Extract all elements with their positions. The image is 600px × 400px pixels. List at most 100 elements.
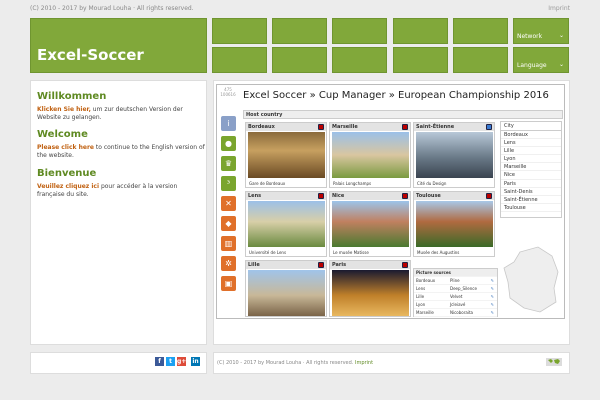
soccer-ball-icon[interactable]: ● <box>221 136 236 151</box>
city-card-nice[interactable]: Nice Le musée Matisse <box>329 191 411 257</box>
menu-tile[interactable] <box>332 47 387 73</box>
menu-tile[interactable] <box>212 18 267 44</box>
table-row: Lens Deep_Silence ✎ <box>414 285 497 293</box>
city-photo <box>332 270 409 316</box>
list-item[interactable]: Saint-Denis <box>501 188 561 196</box>
menu-tile[interactable] <box>272 47 327 73</box>
trophy-icon[interactable]: ♛ <box>221 156 236 171</box>
list-item[interactable]: Bordeaux <box>501 131 561 140</box>
chevron-down-icon: ⌄ <box>558 32 564 39</box>
breadcrumb: Excel Soccer » Cup Manager » European Ch… <box>243 90 549 101</box>
save-icon[interactable]: ▣ <box>221 276 236 291</box>
list-item[interactable]: Paris <box>501 180 561 188</box>
edit-icon[interactable]: ✎ <box>491 277 494 285</box>
city-crest-icon <box>318 193 324 199</box>
french-title: Bienvenue <box>37 168 97 179</box>
list-item[interactable]: Nice <box>501 171 561 180</box>
city-crest-icon <box>402 124 408 130</box>
list-item[interactable]: Lens <box>501 139 561 148</box>
city-card-lille[interactable]: Lille <box>245 260 327 317</box>
edit-icon[interactable]: ✎ <box>491 301 494 309</box>
city-photo <box>416 201 493 247</box>
menu-tile[interactable] <box>393 47 448 73</box>
menu-tile[interactable] <box>212 47 267 73</box>
menu-tile[interactable] <box>453 47 508 73</box>
german-link[interactable]: Klicken Sie hier, <box>37 106 91 113</box>
city-photo <box>416 132 493 178</box>
info-icon[interactable]: i <box>221 116 236 131</box>
site-title: Excel-Soccer <box>37 46 144 64</box>
edit-icon[interactable]: ✎ <box>491 309 494 317</box>
world-map-icon <box>546 358 562 366</box>
english-text: Please click here to continue to the Eng… <box>37 144 205 159</box>
sources-header: Picture sources <box>414 269 497 277</box>
footer-copyright: (C) 2010 - 2017 by Mourad Louha · All ri… <box>217 360 374 366</box>
menu-tile[interactable] <box>393 18 448 44</box>
footer-imprint-link[interactable]: Imprint <box>355 360 373 366</box>
city-photo <box>332 132 409 178</box>
city-crest-icon <box>486 193 492 199</box>
settings-icon[interactable]: ✲ <box>221 256 236 271</box>
brand-header[interactable]: Excel-Soccer <box>30 18 207 73</box>
list-item[interactable]: Lille <box>501 147 561 156</box>
list-item[interactable]: Saint-Étienne <box>501 196 561 204</box>
city-list-header: City <box>501 122 561 131</box>
footer-right: (C) 2010 - 2017 by Mourad Louha · All ri… <box>213 352 570 374</box>
host-country-header: Host country <box>243 110 563 119</box>
city-card-marseille[interactable]: Marseille Palais Longchamps <box>329 122 411 188</box>
cross-icon[interactable]: ✕ <box>221 196 236 211</box>
bar-chart-icon[interactable]: ▥ <box>221 236 236 251</box>
top-bar: (C) 2010 - 2017 by Mourad Louha · All ri… <box>0 0 600 18</box>
french-text: Veuillez cliquez ici pour accéder à la v… <box>37 183 178 198</box>
menu-tile[interactable] <box>453 18 508 44</box>
list-item[interactable]: Lyon <box>501 155 561 164</box>
city-card-bordeaux[interactable]: Bordeaux Gare de Bordeaux <box>245 122 327 188</box>
city-crest-icon <box>486 124 492 130</box>
welcome-panel: Willkommen Klicken Sie hier, um zur deut… <box>30 80 207 345</box>
menu-tile[interactable] <box>332 18 387 44</box>
city-crest-icon <box>402 262 408 268</box>
table-row: Lille Velvet ✎ <box>414 293 497 301</box>
menu-tile[interactable] <box>272 18 327 44</box>
language-dropdown[interactable]: Language ⌄ <box>513 47 569 73</box>
city-photo <box>248 201 325 247</box>
english-title: Welcome <box>37 129 88 140</box>
table-row: Marseille Nicoboraita ✎ <box>414 309 497 317</box>
network-dropdown[interactable]: Network ⌄ <box>513 18 569 44</box>
german-title: Willkommen <box>37 91 107 102</box>
german-text: Klicken Sie hier, um zur deutschen Versi… <box>37 106 183 121</box>
facebook-icon[interactable]: f <box>155 357 164 366</box>
visit-counter: 475 100616 <box>220 87 236 97</box>
google-plus-icon[interactable]: g+ <box>177 357 186 366</box>
twitter-icon[interactable]: t <box>166 357 175 366</box>
city-crest-icon <box>318 124 324 130</box>
edit-icon[interactable]: ✎ <box>491 293 494 301</box>
city-crest-icon <box>402 193 408 199</box>
share-icon[interactable]: ◆ <box>221 216 236 231</box>
list-item[interactable]: Toulouse <box>501 204 561 212</box>
edit-icon[interactable]: ✎ <box>491 285 494 293</box>
french-section: Bienvenue Veuillez cliquez ici pour accé… <box>37 168 205 205</box>
list-item[interactable]: Marseille <box>501 163 561 172</box>
linkedin-icon[interactable]: in <box>191 357 200 366</box>
english-section: Welcome Please click here to continue to… <box>37 129 205 166</box>
france-map <box>503 246 559 313</box>
city-photo <box>248 132 325 178</box>
city-card-lens[interactable]: Lens Université de Lens <box>245 191 327 257</box>
picture-sources-table: Picture sources Bordeaux Pline ✎ Lens Deep_… <box>413 268 498 317</box>
city-card-paris[interactable]: Paris <box>329 260 411 317</box>
top-imprint-link[interactable]: Imprint <box>548 5 570 12</box>
city-card-toulouse[interactable]: Toulouse Musée des Augustins <box>413 191 495 257</box>
city-list[interactable]: City Bordeaux Lens Lille Lyon Marseille … <box>500 121 562 218</box>
top-copyright: (C) 2010 - 2017 by Mourad Louha · All ri… <box>30 5 194 12</box>
network-label: Network <box>517 33 543 40</box>
language-label: Language <box>517 62 547 69</box>
table-row: Bordeaux Pline ✎ <box>414 277 497 285</box>
table-row: Lyon Jcleiavé ✎ <box>414 301 497 309</box>
chevron-down-icon: ⌄ <box>558 61 564 68</box>
numbers-icon[interactable]: ³ <box>221 176 236 191</box>
french-link[interactable]: Veuillez cliquez ici <box>37 183 99 190</box>
english-link[interactable]: Please click here <box>37 144 94 151</box>
city-photo <box>332 201 409 247</box>
city-card-saint-etienne[interactable]: Saint-Étienne Cité du Design <box>413 122 495 188</box>
